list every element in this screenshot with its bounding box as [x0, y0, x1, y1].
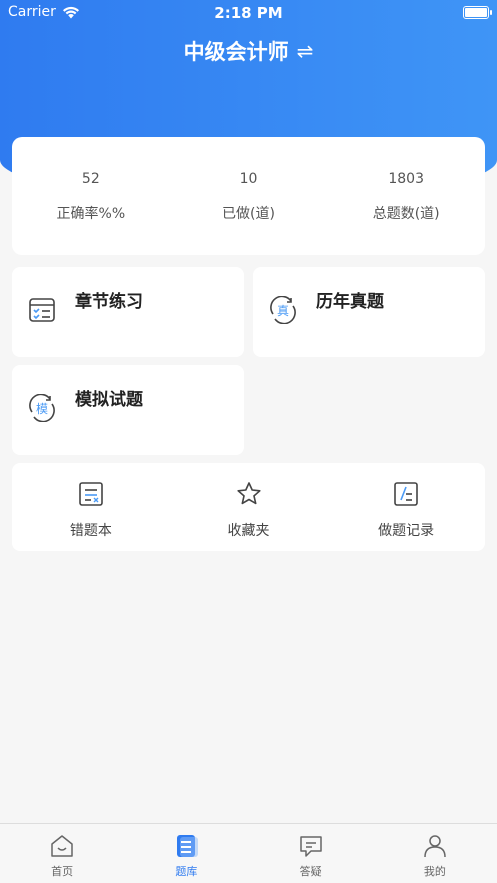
battery-icon — [463, 6, 492, 19]
tile-title: 模拟试题 — [75, 390, 143, 410]
tab-qa[interactable]: 答疑 — [249, 824, 373, 883]
wrong-book-icon — [79, 482, 103, 506]
stat-label: 已做(道) — [222, 206, 275, 222]
mock-exam-icon-char: 模 — [36, 402, 48, 416]
stat-accuracy: 52 正确率%% — [12, 137, 170, 255]
tool-label: 错题本 — [69, 523, 112, 539]
tools-card: 错题本 收藏夹 做题记录 — [12, 463, 485, 551]
stat-value: 52 — [81, 171, 100, 187]
tab-label: 题库 — [175, 865, 198, 878]
past-exam-icon: 真 — [270, 296, 296, 324]
mock-exam-tile[interactable]: 模 模拟试题 — [12, 365, 244, 455]
tab-profile[interactable]: 我的 — [373, 824, 497, 883]
tab-home[interactable]: 首页 — [0, 824, 124, 883]
tab-label: 首页 — [51, 865, 74, 878]
tab-label: 答疑 — [299, 865, 322, 878]
star-icon — [236, 482, 261, 505]
stat-value: 10 — [239, 171, 258, 187]
mock-exam-icon: 模 — [29, 394, 55, 422]
stat-total: 1803 总题数(道) — [327, 137, 485, 255]
wrong-questions-button[interactable]: 错题本 — [12, 463, 170, 551]
tab-label: 我的 — [423, 865, 446, 878]
tool-label: 收藏夹 — [227, 523, 270, 539]
record-icon — [394, 482, 418, 506]
chapter-practice-tile[interactable]: 章节练习 — [12, 267, 244, 357]
chat-icon — [299, 836, 322, 857]
tab-bar: 首页 题库 答疑 我的 — [0, 823, 497, 883]
history-button[interactable]: 做题记录 — [327, 463, 485, 551]
stat-value: 1803 — [388, 171, 424, 187]
user-icon — [424, 835, 446, 858]
past-exam-icon-char: 真 — [277, 304, 289, 318]
stat-label: 正确率%% — [56, 206, 126, 222]
page-title: 中级会计师 — [183, 40, 289, 64]
home-icon — [51, 835, 73, 857]
favorites-button[interactable]: 收藏夹 — [170, 463, 328, 551]
swap-icon[interactable]: ⇌ — [297, 39, 314, 63]
subject-switcher[interactable]: 中级会计师 ⇌ — [0, 36, 497, 66]
past-exams-tile[interactable]: 真 历年真题 — [253, 267, 485, 357]
clock: 2:18 PM — [214, 4, 283, 22]
stats-card: 52 正确率%% 10 已做(道) 1803 总题数(道) — [12, 137, 485, 255]
tool-label: 做题记录 — [378, 523, 435, 539]
status-bar: Carrier 2:18 PM — [0, 0, 497, 26]
stat-done: 10 已做(道) — [170, 137, 328, 255]
checklist-icon — [29, 298, 55, 322]
question-bank-icon — [177, 835, 199, 857]
tile-title: 章节练习 — [75, 292, 143, 312]
tab-question-bank[interactable]: 题库 — [124, 824, 248, 883]
stat-label: 总题数(道) — [372, 206, 440, 222]
tile-title: 历年真题 — [316, 292, 384, 312]
